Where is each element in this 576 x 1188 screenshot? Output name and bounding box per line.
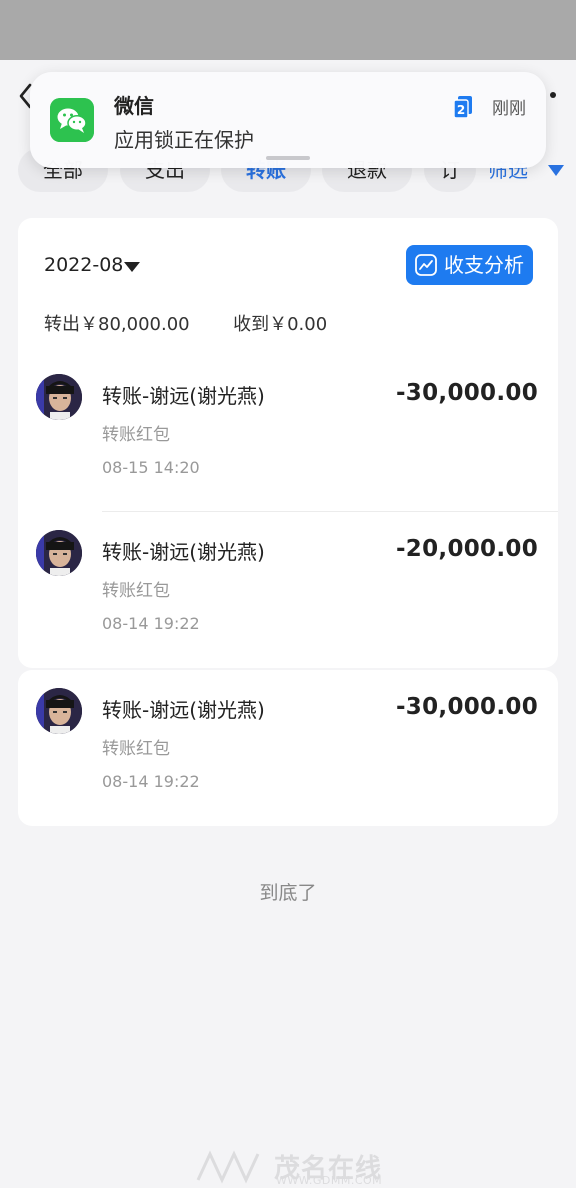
notification-time: 刚刚 (492, 99, 526, 119)
transaction-title: 转账-谢远(谢光燕) (102, 698, 265, 722)
more-menu-icon[interactable] (550, 92, 556, 98)
multi-window-badge-icon: 2 (454, 96, 472, 118)
wechat-icon (50, 98, 94, 142)
transaction-row[interactable]: 转账-谢远(谢光燕) 转账红包 08-14 19:22 -30,000.00 (18, 670, 558, 826)
transaction-type: 转账红包 (102, 425, 170, 445)
notification-title: 微信 (114, 94, 154, 118)
bill-card: 2022-08 收支分析 转出￥80,000.00 收到￥0.00 转账-谢远(… (18, 218, 558, 668)
avatar (36, 530, 82, 576)
month-summary: 转出￥80,000.00 收到￥0.00 (44, 310, 327, 336)
transaction-title: 转账-谢远(谢光燕) (102, 384, 265, 408)
avatar (36, 374, 82, 420)
month-selector[interactable]: 2022-08 (44, 254, 140, 280)
transaction-time: 08-15 14:20 (102, 458, 200, 477)
month-label: 2022-08 (44, 254, 124, 276)
notification-message: 应用锁正在保护 (114, 128, 254, 152)
transaction-title: 转账-谢远(谢光燕) (102, 540, 265, 564)
bill-card-continued: 转账-谢远(谢光燕) 转账红包 08-14 19:22 -30,000.00 (18, 670, 558, 826)
end-of-list-text: 到底了 (259, 882, 317, 904)
income-expense-analysis-button[interactable]: 收支分析 (406, 245, 533, 285)
transaction-row[interactable]: 转账-谢远(谢光燕) 转账红包 08-14 19:22 -20,000.00 (18, 512, 558, 668)
watermark-logo-icon (196, 1150, 260, 1184)
filter-dropdown-icon (548, 165, 564, 176)
transaction-type: 转账红包 (102, 581, 170, 601)
transaction-amount: -20,000.00 (395, 536, 538, 562)
notification-drag-handle[interactable] (266, 156, 310, 160)
badge-count: 2 (457, 103, 465, 117)
total-in: 收到￥0.00 (233, 314, 328, 335)
status-bar (0, 0, 576, 60)
transaction-row[interactable]: 转账-谢远(谢光燕) 转账红包 08-15 14:20 -30,000.00 (18, 356, 558, 512)
month-dropdown-icon (124, 262, 140, 272)
analysis-button-label: 收支分析 (444, 253, 524, 277)
watermark-url: WWW.GDMM.COM (276, 1174, 383, 1187)
trend-chart-icon (415, 254, 437, 276)
transaction-time: 08-14 19:22 (102, 614, 200, 633)
transaction-type: 转账红包 (102, 739, 170, 759)
transaction-amount: -30,000.00 (395, 380, 538, 406)
avatar (36, 688, 82, 734)
total-out: 转出￥80,000.00 (44, 314, 190, 335)
notification-banner[interactable]: 微信 应用锁正在保护 2 刚刚 (30, 72, 546, 168)
transaction-time: 08-14 19:22 (102, 772, 200, 791)
transaction-amount: -30,000.00 (395, 694, 538, 720)
site-watermark: 茂名在线 WWW.GDMM.COM (196, 1142, 396, 1188)
